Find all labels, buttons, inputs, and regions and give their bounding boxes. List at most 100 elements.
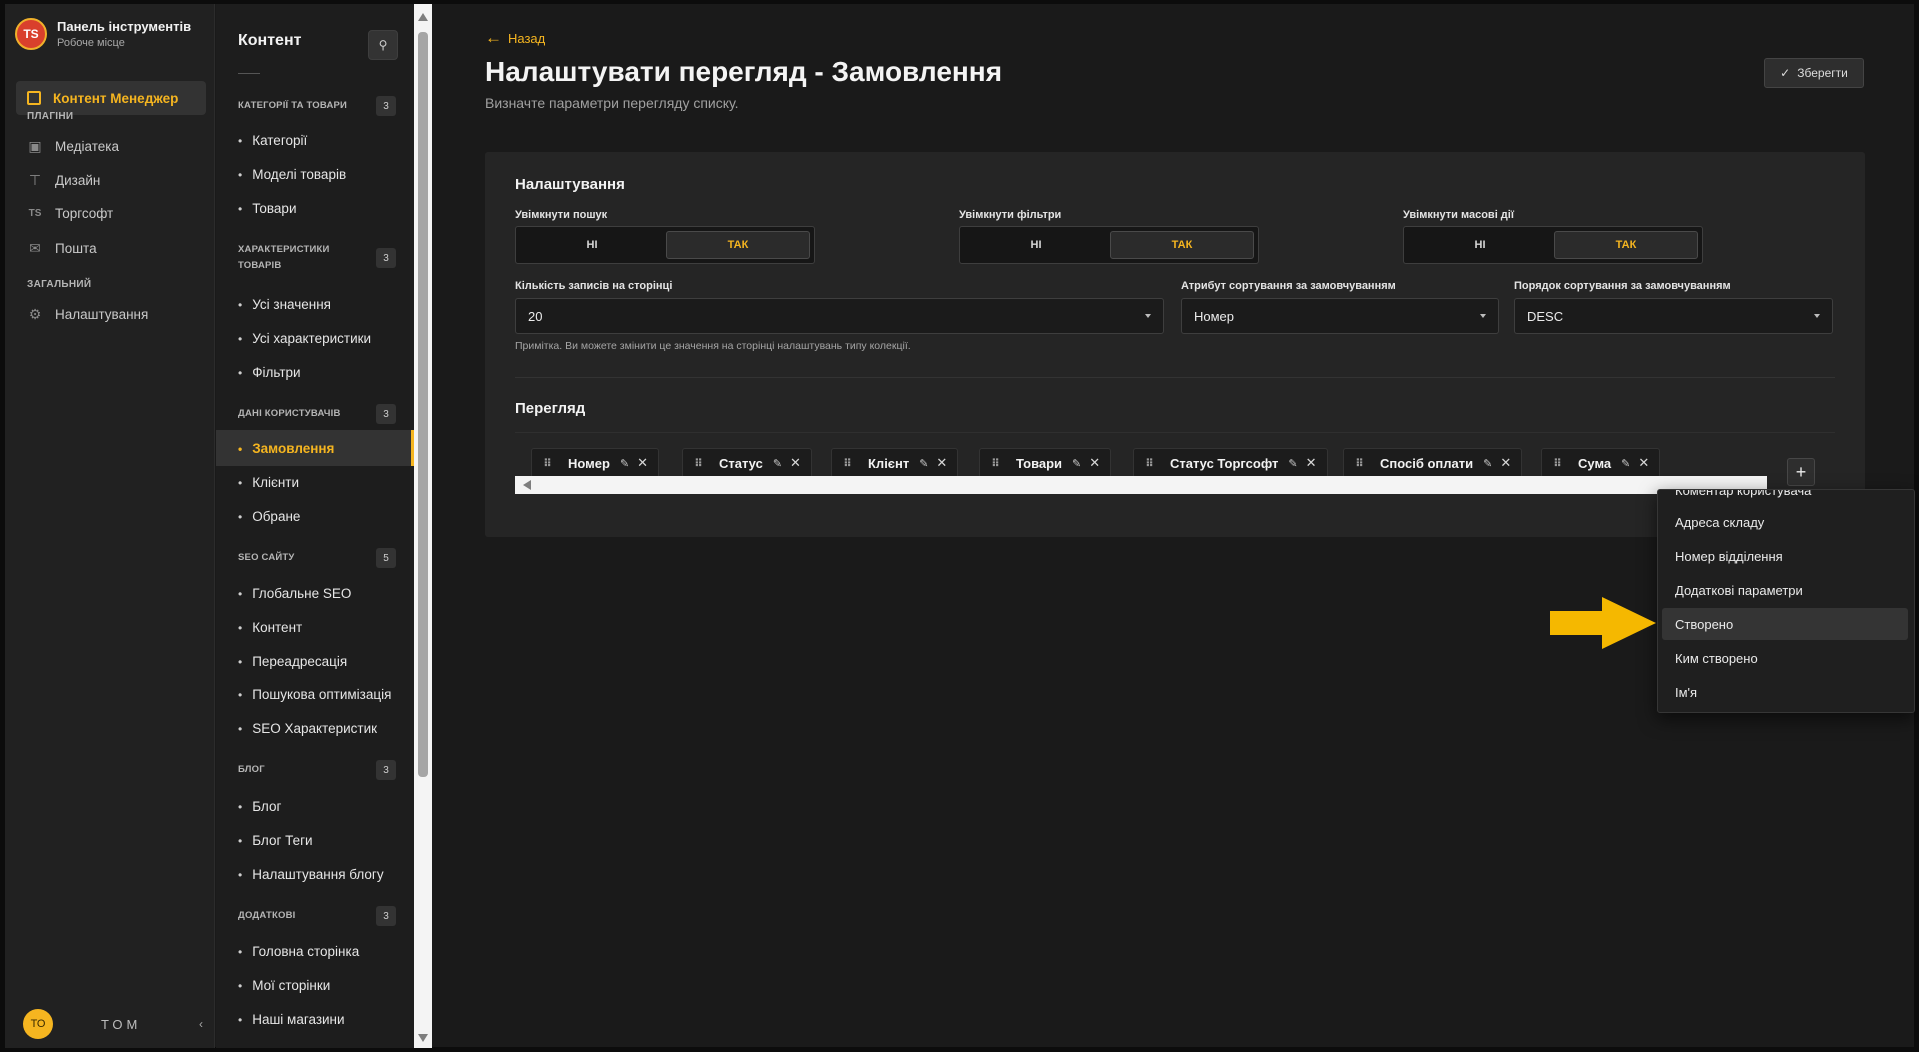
column-chip[interactable]: ⠿ Клієнт ✎ ✕ bbox=[831, 448, 959, 478]
close-icon[interactable]: ✕ bbox=[1638, 455, 1649, 471]
pencil-icon[interactable]: ✎ bbox=[620, 457, 629, 470]
brand-subtitle: Робоче місце bbox=[57, 37, 125, 49]
column-chip[interactable]: ⠿ Спосіб оплати ✎ ✕ bbox=[1343, 448, 1523, 478]
pencil-icon[interactable]: ✎ bbox=[1072, 457, 1081, 470]
sidebar-item-favorites[interactable]: Обране bbox=[238, 509, 300, 524]
page-size-select[interactable]: 20 bbox=[515, 298, 1164, 334]
nav-item-content-manager[interactable]: Контент Менеджер bbox=[16, 81, 206, 115]
pencil-icon[interactable]: ✎ bbox=[919, 457, 928, 470]
sidebar-item-categories[interactable]: Категорії bbox=[238, 133, 307, 148]
filters-toggle: НІ ТАК bbox=[959, 226, 1259, 264]
sidebar-item-search-optimization[interactable]: Пошукова оптимізація bbox=[238, 687, 391, 702]
user-bar[interactable]: ТО ТОМ ‹ bbox=[23, 1009, 203, 1039]
dropdown-item-highlighted[interactable]: Створено bbox=[1662, 608, 1908, 640]
close-icon[interactable]: ✕ bbox=[637, 455, 648, 471]
close-icon[interactable]: ✕ bbox=[790, 455, 801, 471]
check-icon: ✓ bbox=[1780, 66, 1791, 80]
dropdown-item[interactable]: Адреса складу bbox=[1662, 506, 1908, 538]
pencil-icon[interactable]: ✎ bbox=[1621, 457, 1630, 470]
columns-horizontal-scrollbar[interactable] bbox=[515, 476, 1767, 494]
sort-attribute-select[interactable]: Номер bbox=[1181, 298, 1499, 334]
close-icon[interactable]: ✕ bbox=[1500, 455, 1511, 471]
add-column-button[interactable]: + bbox=[1787, 458, 1815, 486]
sidebar-item-global-seo[interactable]: Глобальне SEO bbox=[238, 586, 351, 601]
pencil-icon[interactable]: ✎ bbox=[773, 457, 782, 470]
sidebar-item-all-characteristics[interactable]: Усі характеристики bbox=[238, 331, 371, 346]
column-chip[interactable]: ⠿ Статус Торгсофт ✎ ✕ bbox=[1133, 448, 1328, 478]
drag-handle-icon[interactable]: ⠿ bbox=[683, 457, 713, 470]
sort-order-select[interactable]: DESC bbox=[1514, 298, 1833, 334]
nav-item-label: Налаштування bbox=[55, 307, 149, 322]
group-count-badge: 5 bbox=[376, 548, 396, 568]
collapse-sidebar-icon[interactable]: ‹ bbox=[199, 1017, 203, 1031]
page-subtitle: Визначте параметри перегляду списку. bbox=[485, 95, 739, 111]
drag-handle-icon[interactable]: ⠿ bbox=[1134, 457, 1164, 470]
nav-item-mail[interactable]: ✉ Пошта bbox=[27, 240, 96, 257]
close-icon[interactable]: ✕ bbox=[936, 455, 947, 471]
search-button[interactable]: ⚲ bbox=[368, 30, 398, 60]
field-label: Порядок сортування за замовчуванням bbox=[1514, 280, 1731, 292]
close-icon[interactable]: ✕ bbox=[1089, 455, 1100, 471]
back-link[interactable]: ← Назад bbox=[485, 28, 545, 48]
scroll-left-arrow-icon[interactable] bbox=[523, 480, 531, 490]
pencil-icon[interactable]: ✎ bbox=[1288, 457, 1297, 470]
toggle-label: Увімкнути масові дії bbox=[1403, 209, 1514, 221]
dropdown-item[interactable]: Ким створено bbox=[1662, 642, 1908, 674]
column-chip[interactable]: ⠿ Товари ✎ ✕ bbox=[979, 448, 1112, 478]
dropdown-item[interactable]: Номер відділення bbox=[1662, 540, 1908, 572]
sidebar-item-our-stores[interactable]: Наші магазини bbox=[238, 1012, 344, 1027]
scroll-down-arrow-icon[interactable] bbox=[418, 1034, 428, 1042]
sidebar-item-home-page[interactable]: Головна сторінка bbox=[238, 944, 359, 959]
sidebar-item-blog-settings[interactable]: Налаштування блогу bbox=[238, 867, 383, 882]
sidebar-item-product-models[interactable]: Моделі товарів bbox=[238, 167, 346, 182]
column-chip[interactable]: ⠿ Статус ✎ ✕ bbox=[682, 448, 812, 478]
column-label: Статус Торгсофт bbox=[1170, 455, 1279, 471]
sidebar-item-redirects[interactable]: Переадресація bbox=[238, 654, 347, 669]
sidebar-item-my-pages[interactable]: Мої сторінки bbox=[238, 978, 330, 993]
column-chip[interactable]: ⠿ Номер ✎ ✕ bbox=[531, 448, 660, 478]
toggle-option-yes[interactable]: ТАК bbox=[666, 231, 810, 259]
nav-item-torgsoft[interactable]: TS Торгсофт bbox=[27, 206, 114, 221]
nav-item-media[interactable]: ▣ Медіатека bbox=[27, 138, 119, 155]
group-count-badge: 3 bbox=[376, 96, 396, 116]
pencil-icon[interactable]: ✎ bbox=[1483, 457, 1492, 470]
sidebar-scrollbar[interactable] bbox=[414, 4, 432, 1048]
brand[interactable]: TS Панель інструментів Робоче місце bbox=[15, 18, 191, 50]
sidebar-item-blog-tags[interactable]: Блог Теги bbox=[238, 833, 312, 848]
scrollbar-thumb[interactable] bbox=[418, 32, 428, 777]
settings-card: Налаштування Увімкнути пошук НІ ТАК Увім… bbox=[485, 152, 1865, 537]
sidebar-item-content[interactable]: Контент bbox=[238, 620, 302, 635]
close-icon[interactable]: ✕ bbox=[1306, 455, 1317, 471]
dropdown-item[interactable]: Ім'я bbox=[1662, 676, 1908, 708]
drag-handle-icon[interactable]: ⠿ bbox=[1344, 457, 1374, 470]
column-chip[interactable]: ⠿ Сума ✎ ✕ bbox=[1541, 448, 1661, 478]
sidebar-item-seo-characteristics[interactable]: SEO Характеристик bbox=[238, 721, 377, 736]
arrow-left-icon: ← bbox=[485, 28, 502, 47]
toggle-option-yes[interactable]: ТАК bbox=[1554, 231, 1698, 259]
dropdown-item[interactable]: Додаткові параметри bbox=[1662, 574, 1908, 606]
sidebar-item-blog[interactable]: Блог bbox=[238, 799, 281, 814]
drag-handle-icon[interactable]: ⠿ bbox=[532, 457, 562, 470]
nav-item-settings[interactable]: ⚙ Налаштування bbox=[27, 306, 149, 323]
sidebar-group-label: БЛОГ bbox=[238, 764, 265, 775]
sidebar-item-clients[interactable]: Клієнти bbox=[238, 475, 299, 490]
toggle-option-no[interactable]: НІ bbox=[520, 231, 664, 259]
sidebar-item-all-values[interactable]: Усі значення bbox=[238, 297, 331, 312]
brand-logo: TS bbox=[15, 18, 47, 50]
sidebar-item-products[interactable]: Товари bbox=[238, 201, 296, 216]
toggle-option-no[interactable]: НІ bbox=[964, 231, 1108, 259]
dropdown-item[interactable]: Коментар користувача bbox=[1662, 490, 1908, 506]
save-button[interactable]: ✓ Зберегти bbox=[1764, 58, 1864, 88]
toggle-option-yes[interactable]: ТАК bbox=[1110, 231, 1254, 259]
nav-item-design[interactable]: ⊤ Дизайн bbox=[27, 172, 101, 189]
group-count-badge: 3 bbox=[376, 760, 396, 780]
sidebar-item-filters[interactable]: Фільтри bbox=[238, 365, 300, 380]
group-count-badge: 3 bbox=[376, 248, 396, 268]
drag-handle-icon[interactable]: ⠿ bbox=[832, 457, 862, 470]
drag-handle-icon[interactable]: ⠿ bbox=[1542, 457, 1572, 470]
scroll-up-arrow-icon[interactable] bbox=[418, 13, 428, 21]
toggle-option-no[interactable]: НІ bbox=[1408, 231, 1552, 259]
nav-section-plugins: ПЛАГІНИ bbox=[27, 111, 74, 122]
sidebar-item-orders[interactable]: Замовлення bbox=[238, 441, 334, 456]
drag-handle-icon[interactable]: ⠿ bbox=[980, 457, 1010, 470]
